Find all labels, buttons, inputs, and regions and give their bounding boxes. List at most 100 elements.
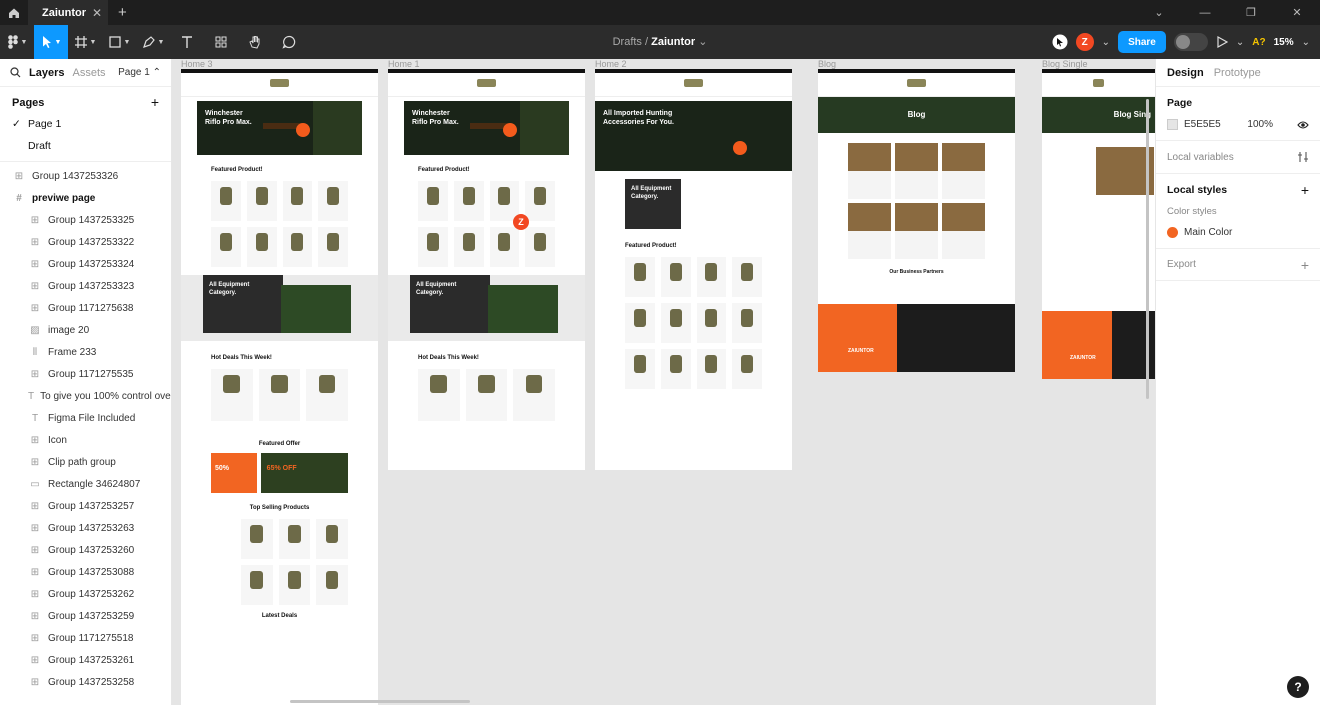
layer-item[interactable]: ⊞ Group 1437253262	[0, 584, 171, 606]
layer-item[interactable]: ⦀ Frame 233	[0, 342, 171, 364]
eye-icon[interactable]	[1297, 120, 1309, 130]
file-name[interactable]: Zaiuntor	[651, 36, 695, 48]
export-label[interactable]: Export	[1167, 259, 1196, 270]
frame-blog-single[interactable]: Blog Sing ZAIUNTOR	[1042, 69, 1155, 379]
layer-item[interactable]: ⊞ Icon	[0, 430, 171, 452]
layer-item[interactable]: ⊞ Group 1437253257	[0, 496, 171, 518]
layer-item-label: Group 1437253326	[32, 171, 119, 182]
product-card	[489, 227, 520, 267]
share-button[interactable]: Share	[1118, 31, 1166, 53]
page-item-page-1[interactable]: ✓ Page 1	[0, 113, 171, 135]
tab-prototype[interactable]: Prototype	[1214, 67, 1261, 79]
chevron-down-icon[interactable]: ⌄	[1302, 37, 1310, 48]
minimize-button[interactable]: —	[1182, 7, 1228, 19]
pen-tool[interactable]: ▼	[136, 25, 170, 59]
layer-item[interactable]: ⊞ Group 1437253260	[0, 540, 171, 562]
vertical-scrollbar[interactable]	[1146, 99, 1149, 399]
chevron-down-icon[interactable]: ⌄	[1236, 37, 1244, 48]
page-color-swatch[interactable]	[1167, 119, 1178, 130]
comment-tool[interactable]	[272, 25, 306, 59]
horizontal-scrollbar[interactable]	[290, 700, 470, 703]
export-section[interactable]: Export +	[1156, 249, 1320, 281]
layer-item[interactable]: ⊞ Group 1437253322	[0, 232, 171, 254]
home-button[interactable]	[0, 0, 28, 25]
layer-item[interactable]: ⊞ Group 1171275638	[0, 298, 171, 320]
frame-label-home-2[interactable]: Home 2	[595, 59, 627, 69]
layer-item-label: Group 1437253261	[48, 655, 135, 666]
frame-blog[interactable]: Blog Our Business Partners ZAIUNTOR	[818, 69, 1015, 372]
frame-label-blog-single[interactable]: Blog Single	[1042, 59, 1088, 69]
tabs-menu-button[interactable]: ⌄	[1136, 6, 1182, 19]
layer-item[interactable]: ⊞ Group 1437253088	[0, 562, 171, 584]
close-tab-button[interactable]: ✕	[92, 6, 102, 20]
pages-header: Pages +	[0, 87, 171, 113]
help-button[interactable]: ?	[1287, 676, 1309, 698]
layer-item[interactable]: ⊞ Group 1437253326	[0, 166, 171, 188]
resources-tool[interactable]	[204, 25, 238, 59]
play-icon[interactable]	[1216, 36, 1228, 48]
layer-item[interactable]: ⊞ Group 1171275518	[0, 628, 171, 650]
dev-mode-toggle[interactable]	[1173, 33, 1208, 51]
drafts-link[interactable]: Drafts	[613, 36, 642, 48]
frame-label-home-1[interactable]: Home 1	[388, 59, 420, 69]
layer-item[interactable]: ▨ image 20	[0, 320, 171, 342]
tab-layers[interactable]: Layers	[29, 67, 64, 79]
canvas[interactable]: Home 3 Winchester Riflo Pro Max. Feature…	[172, 59, 1155, 705]
layer-item[interactable]: T Figma File Included	[0, 408, 171, 430]
local-variables-label[interactable]: Local variables	[1167, 152, 1234, 163]
layer-item-label: Group 1171275518	[48, 633, 134, 644]
search-icon[interactable]	[10, 67, 21, 78]
missing-fonts-indicator[interactable]: A?	[1252, 37, 1265, 48]
text-tool[interactable]	[170, 25, 204, 59]
file-tab[interactable]: Zaiuntor ✕	[28, 0, 108, 25]
avatar[interactable]: Z	[1075, 33, 1094, 51]
close-window-button[interactable]: ✕	[1274, 6, 1320, 19]
layer-item[interactable]: ⊞ Group 1437253261	[0, 650, 171, 672]
frame-label-blog[interactable]: Blog	[818, 59, 836, 69]
page-item-draft[interactable]: Draft	[0, 135, 171, 157]
page-opacity[interactable]: 100%	[1247, 119, 1273, 130]
layer-item[interactable]: ⊞ Group 1437253259	[0, 606, 171, 628]
layer-item[interactable]: T To give you 100% control over t...	[0, 386, 171, 408]
multiplayer-cursor-icon[interactable]	[1052, 34, 1068, 50]
product-card	[282, 181, 313, 221]
frame-home-2[interactable]: All Imported Hunting Accessories For You…	[595, 69, 792, 470]
chevron-down-icon[interactable]: ⌄	[698, 36, 707, 48]
chevron-down-icon: ▼	[89, 38, 97, 46]
layer-item[interactable]: ⊞ Group 1437253263	[0, 518, 171, 540]
frame-home-3[interactable]: Winchester Riflo Pro Max. Featured Produ…	[181, 69, 378, 705]
shape-tool[interactable]: ▼	[102, 25, 136, 59]
main-menu-button[interactable]: ▼	[0, 25, 34, 59]
layer-item[interactable]: ▭ Rectangle 34624807	[0, 474, 171, 496]
layer-item[interactable]: ⊞ Group 1437253258	[0, 672, 171, 694]
layer-item[interactable]: ⊞ Group 1437253324	[0, 254, 171, 276]
move-tool[interactable]: ▼	[34, 25, 68, 59]
maximize-button[interactable]: ❐	[1228, 6, 1274, 19]
add-page-button[interactable]: +	[151, 95, 159, 109]
layer-item[interactable]: ⊞ Group 1171275535	[0, 364, 171, 386]
layer-type-icon: ⊞	[30, 215, 40, 226]
new-tab-button[interactable]: +	[118, 4, 127, 21]
frame-home-1[interactable]: Winchester Riflo Pro Max. Featured Produ…	[388, 69, 585, 470]
add-export-button[interactable]: +	[1301, 258, 1309, 272]
variables-icon[interactable]	[1297, 151, 1309, 163]
color-style-item[interactable]: Main Color	[1167, 227, 1309, 238]
layer-item[interactable]: # previwe page	[0, 188, 171, 210]
blog-hero: Blog	[818, 97, 1015, 133]
zoom-level[interactable]: 15%	[1274, 37, 1294, 48]
layer-item[interactable]: ⊞ Clip path group	[0, 452, 171, 474]
hand-tool[interactable]	[238, 25, 272, 59]
chevron-down-icon[interactable]: ⌄	[1102, 37, 1110, 48]
frame-tool[interactable]: ▼	[68, 25, 102, 59]
tab-design[interactable]: Design	[1167, 67, 1204, 79]
page-color-hex[interactable]: E5E5E5	[1184, 119, 1234, 130]
layer-item-label: Group 1437253262	[48, 589, 135, 600]
layer-item[interactable]: ⊞ Group 1437253325	[0, 210, 171, 232]
page-color-row[interactable]: E5E5E5 100%	[1167, 119, 1309, 130]
frame-label-home-3[interactable]: Home 3	[181, 59, 213, 69]
tab-assets[interactable]: Assets	[72, 67, 105, 79]
local-variables-section[interactable]: Local variables	[1156, 141, 1320, 174]
layer-item[interactable]: ⊞ Group 1437253323	[0, 276, 171, 298]
add-style-button[interactable]: +	[1301, 183, 1309, 197]
page-selector[interactable]: Page 1 ⌃	[118, 67, 161, 78]
